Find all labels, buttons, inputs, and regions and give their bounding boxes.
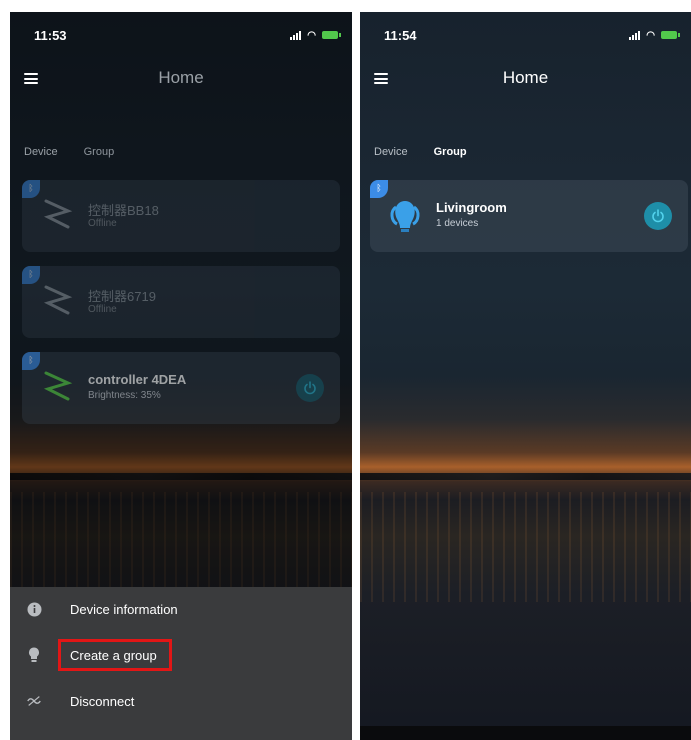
disconnect-icon xyxy=(26,693,42,709)
device-name: controller 4DEA xyxy=(88,372,187,387)
screen-device-tab: 11:53 ◠ Home Device Group ᛒ 控制器BB18 Offl… xyxy=(10,12,352,740)
led-strip-icon xyxy=(43,199,73,229)
power-toggle-button[interactable] xyxy=(296,374,324,402)
cellular-signal-icon xyxy=(290,30,302,40)
device-name: 控制器6719 xyxy=(88,289,156,304)
power-toggle-button[interactable] xyxy=(644,202,672,230)
status-time: 11:54 xyxy=(384,27,417,43)
group-card[interactable]: ᛒ Livingroom 1 devices xyxy=(370,180,688,252)
screen-group-tab: 11:54 ◠ Home Device Group ᛒ Livingroom 1… xyxy=(360,12,691,740)
device-card[interactable]: ᛒ 控制器6719 Offline xyxy=(22,266,340,338)
highlight-box xyxy=(58,639,172,671)
led-strip-icon xyxy=(43,285,73,315)
cellular-signal-icon xyxy=(629,30,641,40)
power-icon xyxy=(304,381,316,395)
bluetooth-badge-icon: ᛒ xyxy=(370,180,388,198)
power-icon xyxy=(652,209,664,223)
menu-item-device-information[interactable]: Device information xyxy=(10,589,352,629)
battery-icon xyxy=(322,31,341,39)
wifi-icon: ◠ xyxy=(646,29,655,41)
led-strip-icon xyxy=(43,371,73,401)
status-time: 11:53 xyxy=(34,27,67,43)
page-title: Home xyxy=(158,68,204,87)
bluetooth-badge-icon: ᛒ xyxy=(22,266,40,284)
status-bar: 11:54 ◠ xyxy=(384,26,680,44)
info-icon xyxy=(26,601,42,617)
device-status: Offline xyxy=(88,304,117,315)
status-bar: 11:53 ◠ xyxy=(34,26,341,44)
tab-group[interactable]: Group xyxy=(434,146,467,158)
device-name: 控制器BB18 xyxy=(88,203,159,218)
action-sheet: Device information Create a group Discon… xyxy=(10,587,352,740)
bulb-icon xyxy=(26,647,42,663)
device-card[interactable]: ᛒ 控制器BB18 Offline xyxy=(22,180,340,252)
device-card[interactable]: ᛒ controller 4DEA Brightness: 35% xyxy=(22,352,340,424)
page-title: Home xyxy=(502,68,549,87)
bluetooth-badge-icon: ᛒ xyxy=(22,352,40,370)
device-status: Brightness: 35% xyxy=(88,390,161,401)
wifi-icon: ◠ xyxy=(307,29,316,41)
tab-group[interactable]: Group xyxy=(84,146,115,158)
light-bulb-icon xyxy=(390,201,420,232)
tab-device[interactable]: Device xyxy=(24,146,58,158)
bluetooth-badge-icon: ᛒ xyxy=(22,180,40,198)
menu-item-label: Disconnect xyxy=(70,693,135,709)
device-status: Offline xyxy=(88,218,117,229)
tab-device[interactable]: Device xyxy=(374,146,408,158)
menu-item-disconnect[interactable]: Disconnect xyxy=(10,681,352,721)
battery-icon xyxy=(661,31,680,39)
group-status: 1 devices xyxy=(436,218,479,229)
group-name: Livingroom xyxy=(436,200,507,215)
menu-item-label: Device information xyxy=(70,601,178,617)
